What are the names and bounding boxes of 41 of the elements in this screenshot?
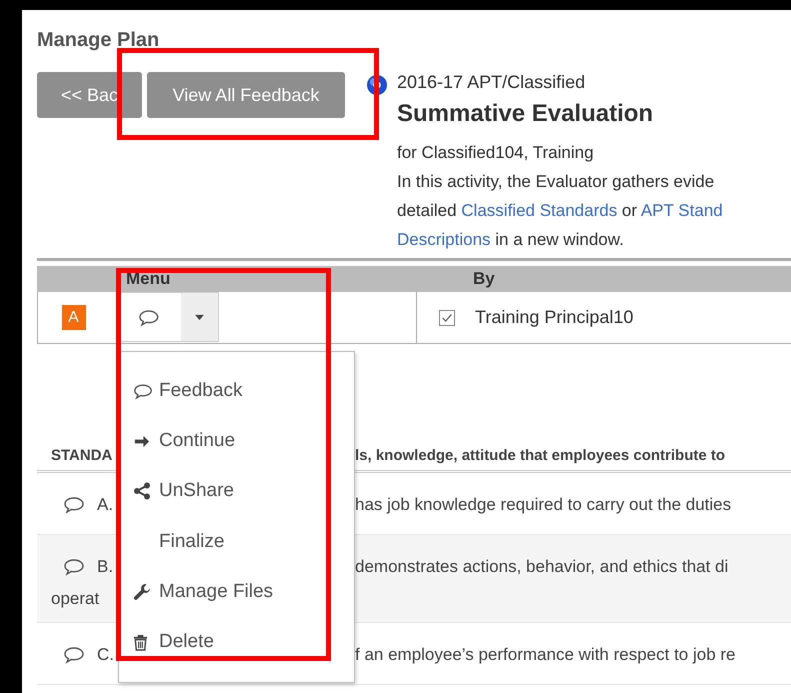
column-header: By xyxy=(473,269,495,289)
share-icon xyxy=(133,482,151,500)
standard-text: demonstrates actions, behavior, and ethics that di xyxy=(355,557,728,576)
menu-item[interactable]: Feedback xyxy=(129,366,248,416)
column-header: STANDA xyxy=(51,446,112,464)
plan-subject: for Classified104, Training xyxy=(397,142,595,164)
standard-text: operat xyxy=(51,589,100,609)
page-title: Manage Plan xyxy=(37,29,160,53)
standards-link[interactable]: APT Stand xyxy=(640,201,723,220)
menu-item[interactable]: UnShare xyxy=(129,466,240,517)
description-text: In this activity, the Evaluator gathers evide xyxy=(397,172,714,191)
plan-title: Summative Evaluation xyxy=(397,99,654,129)
comment-icon xyxy=(138,309,160,327)
comment-icon[interactable] xyxy=(63,558,85,576)
description-text: detailed xyxy=(397,201,458,220)
column-header: Menu xyxy=(126,269,170,289)
wrench-icon xyxy=(133,582,151,601)
menu-item[interactable]: Finalize xyxy=(129,516,230,567)
author-name: Training Principal10 xyxy=(475,307,634,328)
plan-year: 2016-17 APT/Classified xyxy=(397,72,586,94)
standard-label: A. xyxy=(97,495,114,515)
menu-item[interactable]: Manage Files xyxy=(129,566,280,617)
comment-icon xyxy=(133,382,153,400)
menu-item[interactable]: Continue xyxy=(129,416,242,466)
comment-icon[interactable] xyxy=(63,646,85,664)
trash-icon xyxy=(133,634,148,651)
description-text: or xyxy=(620,201,638,220)
standard-label: C. xyxy=(97,645,114,665)
status-badge: A xyxy=(62,305,86,330)
globe-icon xyxy=(366,74,388,96)
standard-label: B. xyxy=(97,557,114,577)
standard-text: f an employee’s performance with respect to job re xyxy=(355,645,736,664)
column-header: ls, knowledge, attitude that employees contribute to xyxy=(355,446,726,464)
menu-dropdown-button[interactable] xyxy=(119,292,219,342)
standards-link[interactable]: Classified Standards xyxy=(461,201,618,220)
standards-link[interactable]: Descriptions xyxy=(397,230,491,249)
caret-icon xyxy=(194,314,205,320)
description-text: in a new window. xyxy=(494,230,624,249)
comment-icon[interactable] xyxy=(63,496,85,514)
menu-item[interactable]: Delete xyxy=(129,616,220,668)
standard-text: has job knowledge required to carry out the duties xyxy=(355,495,732,514)
